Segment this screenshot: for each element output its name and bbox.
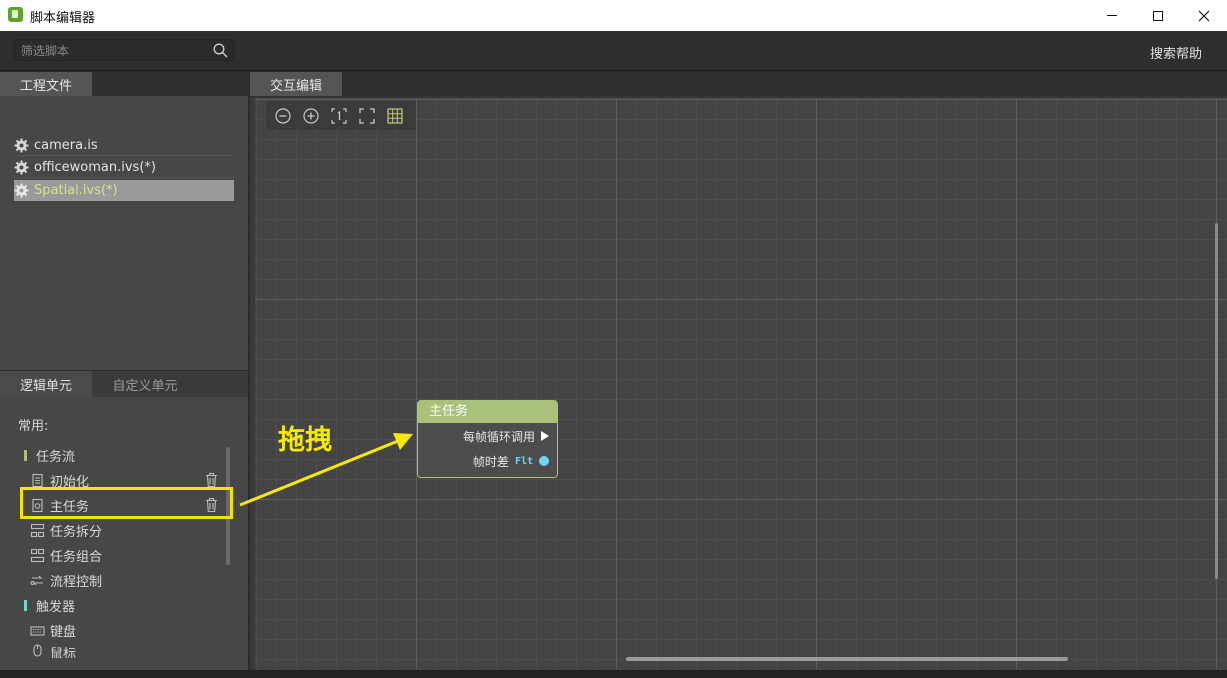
- file-name: camera.is: [34, 137, 98, 153]
- main-task-node[interactable]: 主任务 每帧循环调用 帧时差 Flt: [417, 400, 558, 478]
- maximize-icon: [1153, 10, 1163, 21]
- gear-icon: [14, 138, 29, 152]
- grid-toggle-icon[interactable]: [386, 107, 404, 125]
- gear-icon: [14, 183, 29, 198]
- unit-flow-control[interactable]: 流程控制: [30, 569, 230, 591]
- script-filter[interactable]: [14, 39, 234, 61]
- minimize-button[interactable]: [1089, 0, 1135, 31]
- unit-task-combine[interactable]: 任务组合: [30, 544, 230, 566]
- unit-task-split[interactable]: 任务拆分: [30, 519, 230, 541]
- group-color-bar: [24, 449, 27, 461]
- file-item-camera[interactable]: camera.is: [14, 135, 234, 156]
- editor-tabstrip: [250, 72, 1227, 97]
- unit-label: 鼠标: [50, 647, 77, 658]
- script-filter-input[interactable]: [21, 42, 206, 59]
- close-button[interactable]: [1181, 0, 1227, 31]
- canvas-horizontal-scrollbar[interactable]: [626, 657, 1068, 661]
- node-float-output: 帧时差 Flt: [473, 451, 549, 471]
- file-name: Spatial.ivs(*): [34, 183, 118, 198]
- combine-icon: [30, 548, 45, 562]
- float-type-tag: Flt: [514, 455, 533, 467]
- highlight-frame: [20, 487, 233, 519]
- mouse-icon: [33, 644, 42, 657]
- flow-control-icon: [30, 575, 43, 585]
- canvas-toolbar: [266, 101, 416, 130]
- tab-custom-units[interactable]: 自定义单元: [92, 371, 198, 397]
- interaction-editor-panel: 交互编辑: [250, 72, 1227, 670]
- tab-project-files[interactable]: 工程文件: [0, 72, 92, 96]
- node-canvas[interactable]: [255, 98, 1227, 670]
- project-files-panel: 工程文件: [0, 72, 248, 370]
- unit-keyboard[interactable]: 键盘: [30, 619, 230, 641]
- group-trigger[interactable]: 触发器: [24, 595, 75, 615]
- group-color-bar: [24, 599, 27, 611]
- exec-pin-icon[interactable]: [541, 431, 549, 441]
- status-bar: [0, 670, 1227, 678]
- trash-icon[interactable]: [204, 472, 219, 488]
- tab-interaction-editor[interactable]: 交互编辑: [250, 72, 342, 96]
- search-help-button[interactable]: 搜索帮助: [1150, 43, 1202, 62]
- common-section-label: 常用:: [18, 419, 49, 434]
- group-label: 任务流: [36, 449, 76, 465]
- float-port-label: 帧时差: [472, 454, 509, 469]
- unit-label: 键盘: [50, 624, 77, 640]
- canvas-vertical-scrollbar[interactable]: [1215, 223, 1218, 579]
- unit-label: 任务拆分: [50, 524, 103, 540]
- keyboard-icon: [30, 625, 45, 636]
- script-editor-window: 脚本编辑器 文件 编辑 调试 搜索帮助 工程文件 camera.is: [0, 0, 1227, 678]
- document-icon: [32, 473, 43, 487]
- zoom-out-icon[interactable]: [274, 107, 292, 125]
- file-name: officewoman.ivs(*): [34, 159, 156, 175]
- minimize-icon: [1107, 15, 1117, 16]
- unit-label: 任务组合: [50, 549, 103, 565]
- group-label: 触发器: [36, 599, 76, 615]
- fit-view-icon[interactable]: [358, 107, 376, 125]
- file-item-spatial[interactable]: Spatial.ivs(*): [14, 180, 234, 201]
- close-icon: [1198, 10, 1210, 21]
- exec-port-label: 每帧循环调用: [462, 429, 535, 444]
- app-logo-icon: [8, 7, 23, 22]
- split-icon: [30, 523, 45, 537]
- window-title: 脚本编辑器: [30, 11, 96, 26]
- drag-annotation: 拖拽: [278, 425, 332, 456]
- maximize-button[interactable]: [1135, 0, 1181, 31]
- title-bar: 脚本编辑器: [0, 0, 1227, 31]
- zoom-in-icon[interactable]: [302, 107, 320, 125]
- unit-label: 流程控制: [50, 574, 103, 590]
- tab-logic-units[interactable]: 逻辑单元: [0, 371, 92, 397]
- gear-icon: [14, 160, 29, 174]
- group-task-flow[interactable]: 任务流: [24, 445, 75, 465]
- actual-size-icon[interactable]: [330, 107, 348, 125]
- search-icon[interactable]: [213, 43, 228, 58]
- node-exec-output: 每帧循环调用: [463, 426, 549, 446]
- float-pin-icon[interactable]: [539, 456, 549, 466]
- unit-mouse[interactable]: 鼠标: [30, 643, 230, 658]
- node-title[interactable]: 主任务: [418, 401, 557, 423]
- file-item-officewoman[interactable]: officewoman.ivs(*): [14, 157, 234, 178]
